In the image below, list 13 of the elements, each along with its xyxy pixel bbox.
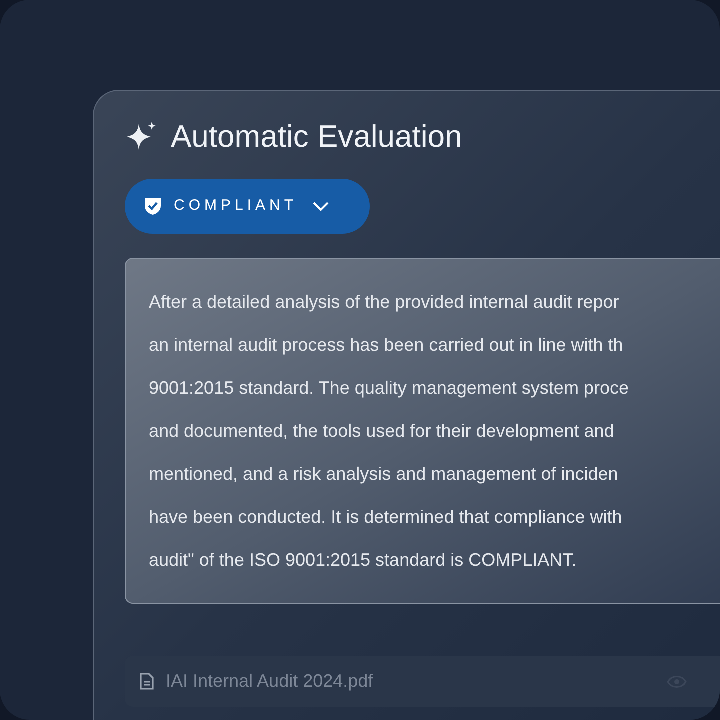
- status-dropdown[interactable]: COMPLIANT: [125, 179, 370, 234]
- summary-line: 9001:2015 standard. The quality management system proce: [149, 377, 630, 400]
- summary-line: audit" of the ISO 9001:2015 standard is COMPLIANT.: [149, 549, 578, 572]
- attachment-name: IAI Internal Audit 2024.pdf: [166, 670, 374, 693]
- summary-line: have been conducted. It is determined that compliance with: [149, 506, 624, 529]
- summary-line: and documented, the tools used for their development and: [149, 420, 616, 443]
- chevron-down-icon: [312, 201, 330, 212]
- panel-title: Automatic Evaluation: [171, 118, 462, 156]
- document-icon: [140, 673, 154, 690]
- summary-line: an internal audit process has been carried out in line with th: [149, 334, 624, 357]
- summary-line: mentioned, and a risk analysis and management of inciden: [149, 463, 620, 486]
- summary-line: After a detailed analysis of the provided internal audit repor: [149, 291, 620, 314]
- shield-check-icon: [144, 197, 162, 216]
